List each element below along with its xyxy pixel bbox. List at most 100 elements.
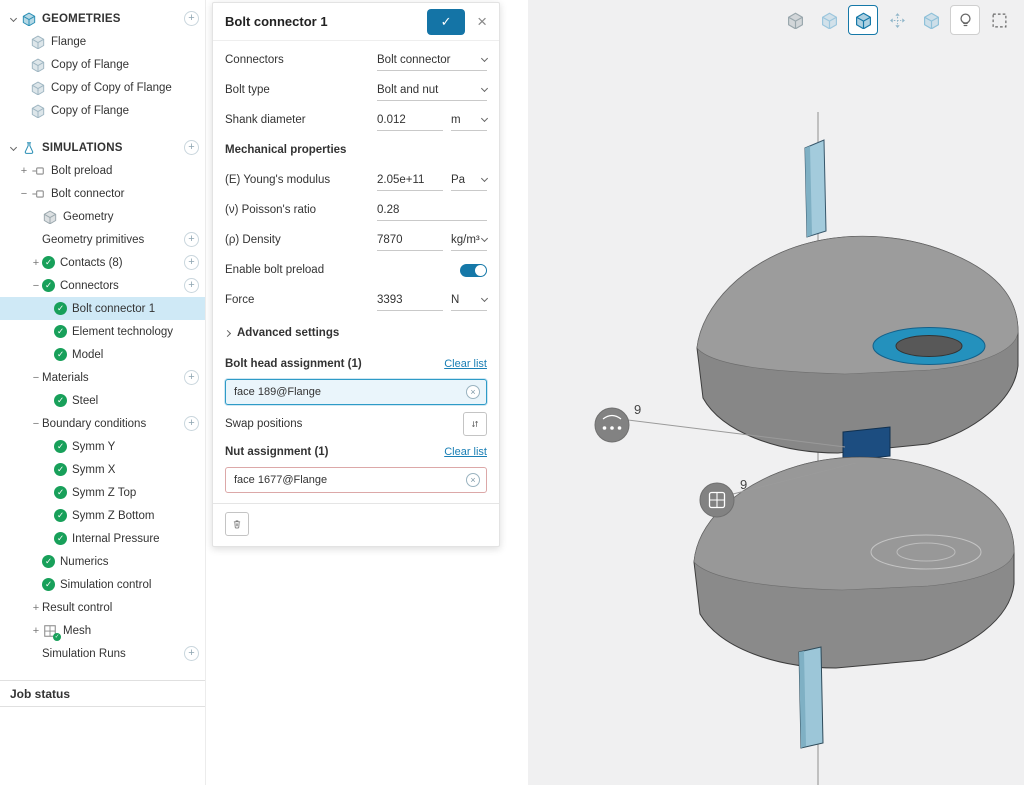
tree-section-geometries[interactable]: GEOMETRIES + xyxy=(0,7,205,30)
viewer-toolbar xyxy=(780,5,1014,35)
box-select-button[interactable] xyxy=(984,5,1014,35)
apply-button[interactable]: ✓ xyxy=(427,9,465,35)
connectors-select[interactable]: Bolt connector xyxy=(377,49,487,71)
tree-item-connectors[interactable]: − ✓ Connectors + xyxy=(0,274,205,297)
tree-item-symm-x[interactable]: ✓ Symm X xyxy=(0,458,205,481)
chevron-down-icon[interactable] xyxy=(8,14,18,24)
tree-item-boundary-conditions[interactable]: − Boundary conditions + xyxy=(0,412,205,435)
bolt-type-select[interactable]: Bolt and nut xyxy=(377,79,487,101)
add-boundary-condition-button[interactable]: + xyxy=(184,416,199,431)
hidden-entities-badge-1[interactable] xyxy=(595,408,629,442)
youngs-modulus-row: (E) Young's modulus 2.05e+11 Pa xyxy=(225,165,487,195)
shank-diameter-input[interactable]: 0.012 xyxy=(377,109,443,131)
tree-item-contacts[interactable]: + ✓ Contacts (8) + xyxy=(0,251,205,274)
tree-item-result-control[interactable]: + Result control xyxy=(0,596,205,619)
force-label: Force xyxy=(225,294,377,306)
force-unit-select[interactable]: N xyxy=(451,289,487,311)
expand-icon[interactable]: + xyxy=(18,165,30,177)
bolt-head-assignment-label: Bolt head assignment (1) xyxy=(225,358,444,370)
tree-item-steel[interactable]: ✓ Steel xyxy=(0,389,205,412)
viewport-3d[interactable]: 9 9 xyxy=(528,0,1024,785)
youngs-modulus-input[interactable]: 2.05e+11 xyxy=(377,169,443,191)
tree-item-copy-of-copy-of-flange[interactable]: Copy of Copy of Flange xyxy=(0,76,205,99)
job-status-label: Job status xyxy=(10,687,70,701)
swap-positions-button[interactable] xyxy=(463,412,487,436)
tree-item-symm-y[interactable]: ✓ Symm Y xyxy=(0,435,205,458)
shank-diameter-label: Shank diameter xyxy=(225,114,377,126)
view-mode-cube-gray-button[interactable] xyxy=(780,5,810,35)
add-simulation-button[interactable]: + xyxy=(184,140,199,155)
add-contact-button[interactable]: + xyxy=(184,255,199,270)
nut-clear-list-link[interactable]: Clear list xyxy=(444,446,487,458)
density-unit-select[interactable]: kg/m³ xyxy=(451,229,487,251)
tree-item-model[interactable]: ✓ Model xyxy=(0,343,205,366)
remove-assignment-icon[interactable]: × xyxy=(466,385,480,399)
scene-3d[interactable]: 9 9 xyxy=(528,0,1024,785)
move-tool-button[interactable] xyxy=(882,5,912,35)
nut-assignment-box[interactable]: face 1677@Flange × xyxy=(225,467,487,493)
check-icon: ✓ xyxy=(54,486,67,499)
remove-assignment-icon[interactable]: × xyxy=(466,473,480,487)
check-icon: ✓ xyxy=(54,463,67,476)
add-geometry-primitive-button[interactable]: + xyxy=(184,232,199,247)
view-mode-cube-shaded-button[interactable] xyxy=(814,5,844,35)
collapse-icon[interactable]: − xyxy=(30,280,42,292)
bolt-head-clear-list-link[interactable]: Clear list xyxy=(444,358,487,370)
tree-item-simulation-control[interactable]: ✓ Simulation control xyxy=(0,573,205,596)
view-mode-cube-active-button[interactable] xyxy=(848,5,878,35)
nut-block[interactable] xyxy=(843,427,890,461)
add-connector-button[interactable]: + xyxy=(184,278,199,293)
tree-section-simulations[interactable]: SIMULATIONS + xyxy=(0,136,205,159)
expand-icon[interactable]: + xyxy=(30,625,42,637)
check-icon: ✓ xyxy=(54,348,67,361)
tree-item-numerics[interactable]: ✓ Numerics xyxy=(0,550,205,573)
delete-button[interactable] xyxy=(225,512,249,536)
bolt-head-assignment-box[interactable]: face 189@Flange × xyxy=(225,379,487,405)
tree-item-geometry[interactable]: Geometry xyxy=(0,205,205,228)
poissons-ratio-input[interactable]: 0.28 xyxy=(377,199,487,221)
shank-diameter-unit-select[interactable]: m xyxy=(451,109,487,131)
tree-item-bolt-preload[interactable]: + Bolt preload xyxy=(0,159,205,182)
advanced-settings-toggle[interactable]: Advanced settings xyxy=(225,315,487,351)
tree-item-copy-of-flange[interactable]: Copy of Flange xyxy=(0,53,205,76)
expand-icon[interactable]: + xyxy=(30,602,42,614)
hidden-entities-badge-2[interactable] xyxy=(700,483,734,517)
tree-item-materials[interactable]: − Materials + xyxy=(0,366,205,389)
add-simulation-run-button[interactable]: + xyxy=(184,646,199,661)
add-geometry-button[interactable]: + xyxy=(184,11,199,26)
tree-item-symm-z-top[interactable]: ✓ Symm Z Top xyxy=(0,481,205,504)
collapse-icon[interactable]: − xyxy=(30,418,42,430)
view-mode-cube-outline-button[interactable] xyxy=(916,5,946,35)
tree-item-symm-z-bottom[interactable]: ✓ Symm Z Bottom xyxy=(0,504,205,527)
close-icon[interactable]: × xyxy=(475,12,489,32)
check-icon: ✓ xyxy=(42,279,55,292)
tree-item-bolt-connector-1[interactable]: ✓ Bolt connector 1 xyxy=(0,297,205,320)
enable-bolt-preload-toggle[interactable] xyxy=(460,264,487,277)
nut-assignment-label: Nut assignment (1) xyxy=(225,446,444,458)
chevron-down-icon[interactable] xyxy=(8,143,18,153)
tree-item-copy-of-flange-2[interactable]: Copy of Flange xyxy=(0,99,205,122)
bolt-head-hole[interactable] xyxy=(896,336,962,357)
tree-item-simulation-runs[interactable]: Simulation Runs + xyxy=(0,642,205,665)
light-bulb-button[interactable] xyxy=(950,5,980,35)
part-icon xyxy=(30,80,46,96)
job-status-bar[interactable]: Job status xyxy=(0,680,205,707)
collapse-icon[interactable]: − xyxy=(18,188,30,200)
density-input[interactable]: 7870 xyxy=(377,229,443,251)
tree-item-internal-pressure[interactable]: ✓ Internal Pressure xyxy=(0,527,205,550)
enable-bolt-preload-row: Enable bolt preload xyxy=(225,255,487,285)
tree-item-geometry-primitives[interactable]: Geometry primitives + xyxy=(0,228,205,251)
add-material-button[interactable]: + xyxy=(184,370,199,385)
youngs-modulus-unit-select[interactable]: Pa xyxy=(451,169,487,191)
tree-item-mesh[interactable]: + ✓ Mesh xyxy=(0,619,205,642)
poissons-ratio-label: (ν) Poisson's ratio xyxy=(225,204,377,216)
tree-item-bolt-connector[interactable]: − Bolt connector xyxy=(0,182,205,205)
tree-item-element-technology[interactable]: ✓ Element technology xyxy=(0,320,205,343)
settings-panel: Bolt connector 1 ✓ × Connectors Bolt con… xyxy=(212,2,500,547)
project-tree-panel: GEOMETRIES + Flange Copy of Flange Copy … xyxy=(0,0,206,785)
collapse-icon[interactable]: − xyxy=(30,372,42,384)
geometry-node-icon xyxy=(42,209,58,225)
force-input[interactable]: 3393 xyxy=(377,289,443,311)
expand-icon[interactable]: + xyxy=(30,257,42,269)
tree-item-flange[interactable]: Flange xyxy=(0,30,205,53)
